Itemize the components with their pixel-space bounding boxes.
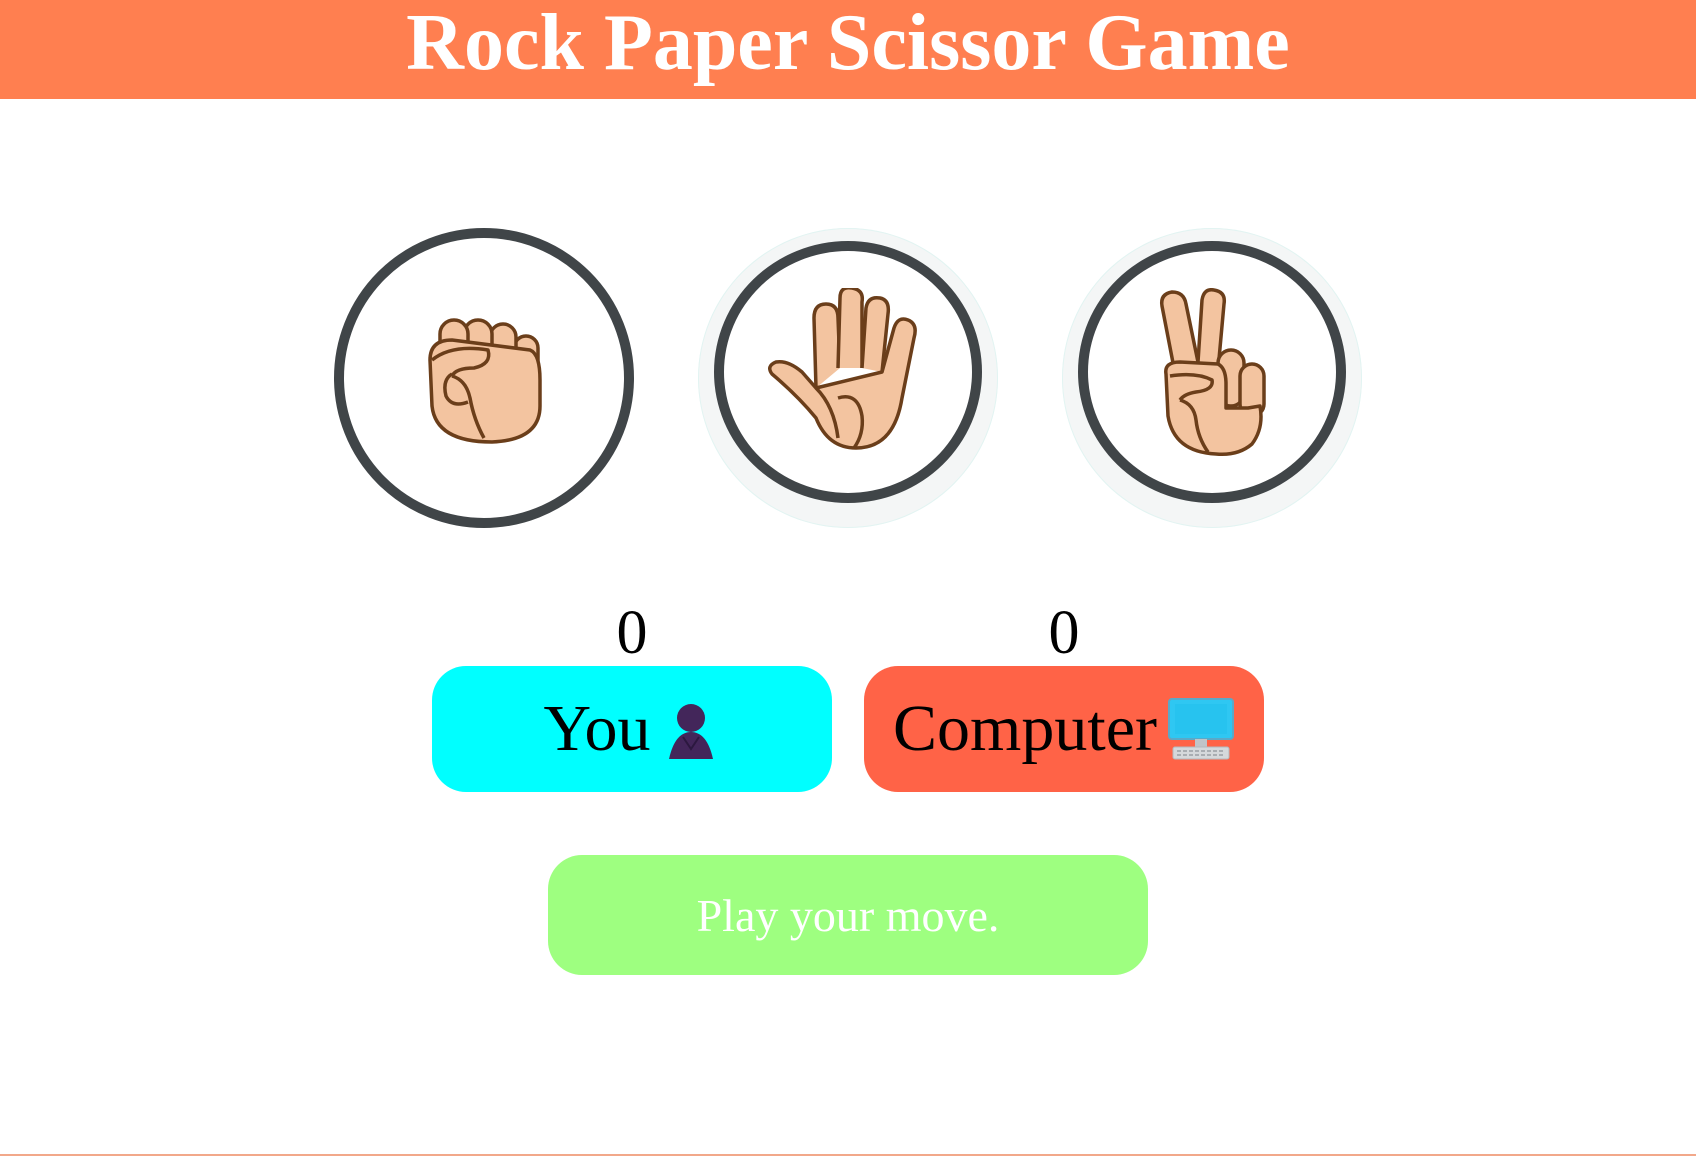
computer-label: Computer [893,692,1157,765]
user-score: 0 [616,599,648,667]
computer-badge: Computer [864,666,1264,792]
desktop-computer-icon [1167,698,1234,760]
message-box: Play your move. [548,855,1148,975]
message-text: Play your move. [696,889,1000,941]
paper-choice[interactable] [698,228,998,528]
user-label: You [543,692,651,765]
rock-choice[interactable] [334,228,634,528]
computer-score: 0 [1048,599,1080,667]
page-header: Rock Paper Scissor Game [0,0,1696,99]
raised-fist-icon [428,318,542,444]
raised-hand-icon [768,288,917,450]
page-title: Rock Paper Scissor Game [406,0,1290,87]
user-badge: You [432,666,832,792]
person-silhouette-icon [668,704,713,759]
victory-hand-icon [1159,288,1266,457]
scissors-choice[interactable] [1062,228,1362,528]
